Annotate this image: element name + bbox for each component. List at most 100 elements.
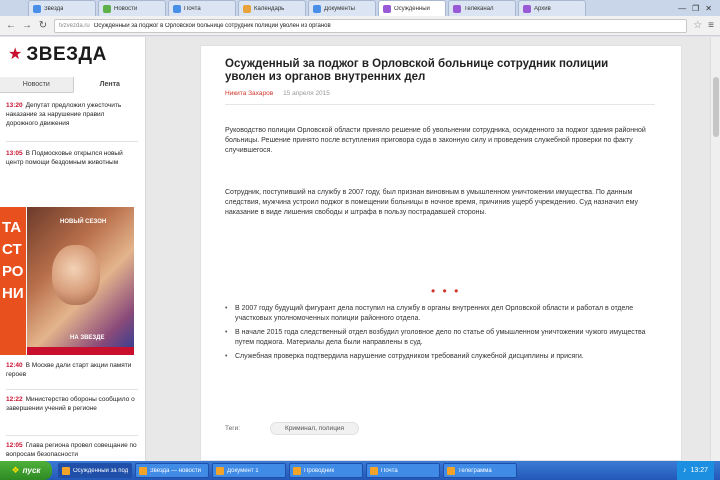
news-text: Министерство обороны сообщило о завершен… — [6, 396, 135, 412]
news-text: В Москве дали старт акции памяти героев — [6, 362, 132, 378]
url-input[interactable]: tvzvezda.ru Осужденный за поджог в Орлов… — [54, 18, 688, 33]
tab-favicon-icon — [453, 4, 461, 13]
tab-favicon-icon — [33, 4, 41, 13]
taskbar-item[interactable]: Осужденный за поджог — [58, 463, 132, 478]
page-scrollbar[interactable] — [710, 37, 720, 461]
browser-menu-icon[interactable]: ≡ — [708, 20, 714, 31]
browser-tab[interactable]: Архив — [518, 0, 586, 16]
taskbar-item[interactable]: Телеграмма — [443, 463, 517, 478]
taskbar-item-label: Почта — [381, 467, 398, 474]
tab-title: Звезда — [44, 5, 64, 12]
taskbar-item-label: Звезда — новости — [150, 467, 201, 474]
taskbar-item-label: Проводник — [304, 467, 335, 474]
bookmark-star-icon[interactable]: ☆ — [693, 20, 702, 31]
tab-feed[interactable]: Лента — [72, 77, 145, 93]
url-domain: tvzvezda.ru — [59, 22, 90, 29]
tab-title: Архив — [534, 5, 551, 12]
news-text: Депутат предложил ужесточить наказание з… — [6, 102, 122, 127]
tab-title: Календарь — [254, 5, 285, 12]
news-item[interactable]: 12:40 В Москве дали старт акции памяти ге… — [6, 361, 138, 379]
news-item[interactable]: 13:05 В Подмосковье открылся новый центр … — [6, 149, 138, 167]
article: Осужденный за поджог в Орловской больниц… — [200, 45, 682, 461]
news-sidebar: ★ ЗВЕЗДА Новости Лента 13:20 Депутат пред… — [0, 37, 146, 461]
start-label: пуск — [22, 466, 41, 475]
reload-icon[interactable]: ↻ — [38, 20, 48, 31]
news-item[interactable]: 12:05 Глава региона провел совещание по в… — [6, 441, 138, 459]
maximize-icon[interactable]: ❐ — [692, 4, 699, 13]
app-icon — [62, 466, 70, 475]
tag-chip[interactable]: Криминал, полиция — [270, 422, 360, 435]
ad-letter: СТ — [2, 241, 22, 258]
start-button[interactable]: ❖ пуск — [0, 461, 52, 480]
scroll-thumb[interactable] — [713, 77, 719, 137]
tags-label: Теги: — [225, 425, 241, 432]
news-time: 12:05 — [6, 442, 23, 449]
news-time: 12:40 — [6, 362, 23, 369]
taskbar-item-label: Документ 1 — [227, 467, 259, 474]
news-divider — [6, 435, 138, 436]
browser-tab[interactable]: Документы — [308, 0, 376, 16]
article-paragraph: Сотрудник, поступивший на службу в 2007 … — [225, 189, 638, 216]
taskbar-item[interactable]: Почта — [366, 463, 440, 478]
star-logo-icon: ★ — [8, 45, 23, 63]
forward-arrow-icon[interactable]: → — [22, 20, 32, 31]
ad-portrait — [52, 245, 100, 305]
ad-letter: НИ — [2, 285, 24, 302]
browser-tab[interactable]: Календарь — [238, 0, 306, 16]
logo-text: ЗВЕЗДА — [26, 44, 107, 65]
app-icon — [293, 466, 301, 475]
browser-tabstrip: Звезда Новости Почта Календарь Документы Осуж… — [0, 0, 720, 16]
ad-letter: РО — [2, 263, 24, 280]
tab-news[interactable]: Новости — [0, 77, 73, 93]
article-tags: Теги: Криминал, полиция — [225, 422, 360, 435]
ad-bottom-text: НА ЗВЕЗДЕ — [70, 335, 105, 341]
article-author[interactable]: Никита Захаров — [225, 90, 273, 97]
bullet-item: Служебная проверка подтвердила нарушение… — [225, 352, 655, 362]
taskbar-item[interactable]: Проводник — [289, 463, 363, 478]
tab-favicon-icon — [523, 4, 531, 13]
tab-title: Телеканал — [464, 5, 494, 12]
taskbar-item[interactable]: Звезда — новости — [135, 463, 209, 478]
tab-favicon-icon — [383, 4, 391, 13]
article-paragraph: Руководство полиции Орловской области пр… — [225, 127, 646, 154]
web-page: ★ ЗВЕЗДА Новости Лента 13:20 Депутат пред… — [0, 37, 720, 461]
news-divider — [6, 141, 138, 142]
tab-favicon-icon — [313, 4, 321, 13]
bullet-item: В начале 2015 года следственный отдел во… — [225, 328, 655, 348]
site-logo[interactable]: ★ ЗВЕЗДА — [8, 45, 107, 64]
tab-favicon-icon — [103, 4, 111, 13]
clock: 13:27 — [690, 467, 708, 474]
section-separator: • • • — [431, 284, 461, 298]
taskbar-item[interactable]: Документ 1 — [212, 463, 286, 478]
article-meta: Никита Захаров 15 апреля 2015 — [225, 90, 330, 97]
tab-title: Документы — [324, 5, 355, 12]
bullet-item: В 2007 году будущий фигурант дела поступ… — [225, 304, 655, 324]
browser-tab[interactable]: Осужденный — [378, 0, 446, 16]
article-bullets: В 2007 году будущий фигурант дела поступ… — [225, 304, 655, 366]
browser-tab[interactable]: Звезда — [28, 0, 96, 16]
back-arrow-icon[interactable]: ← — [6, 20, 16, 31]
news-item[interactable]: 13:20 Депутат предложил ужесточить наказа… — [6, 101, 138, 128]
news-time: 13:05 — [6, 150, 23, 157]
minimize-icon[interactable]: — — [678, 4, 686, 13]
article-headline: Осужденный за поджог в Орловской больниц… — [225, 58, 609, 83]
tab-title: Осужденный — [394, 5, 430, 12]
ad-letters: ТА СТ РО НИ — [2, 217, 24, 305]
ad-banner[interactable]: ТА СТ РО НИ НОВЫЙ СЕЗОН НА ЗВЕЗДЕ — [0, 207, 134, 355]
ad-bottom-band — [27, 347, 134, 355]
article-date: 15 апреля 2015 — [283, 90, 330, 97]
news-text: Глава региона провел совещание по вопрос… — [6, 442, 137, 458]
window-controls: — ❐ ✕ — [678, 0, 720, 16]
taskbar-item-label: Осужденный за поджог — [73, 467, 128, 474]
system-tray: ♪ 13:27 — [676, 461, 714, 480]
news-divider — [6, 389, 138, 390]
browser-tab[interactable]: Почта — [168, 0, 236, 16]
volume-icon[interactable]: ♪ — [683, 467, 687, 474]
url-path: Осужденный за поджог в Орловской больниц… — [93, 22, 331, 29]
taskbar-items: Осужденный за поджог Звезда — новости Доку… — [58, 463, 517, 478]
browser-tab[interactable]: Телеканал — [448, 0, 516, 16]
news-item[interactable]: 12:22 Министерство обороны сообщило о зав… — [6, 395, 138, 413]
news-time: 13:20 — [6, 102, 23, 109]
close-icon[interactable]: ✕ — [705, 4, 712, 13]
browser-tab[interactable]: Новости — [98, 0, 166, 16]
